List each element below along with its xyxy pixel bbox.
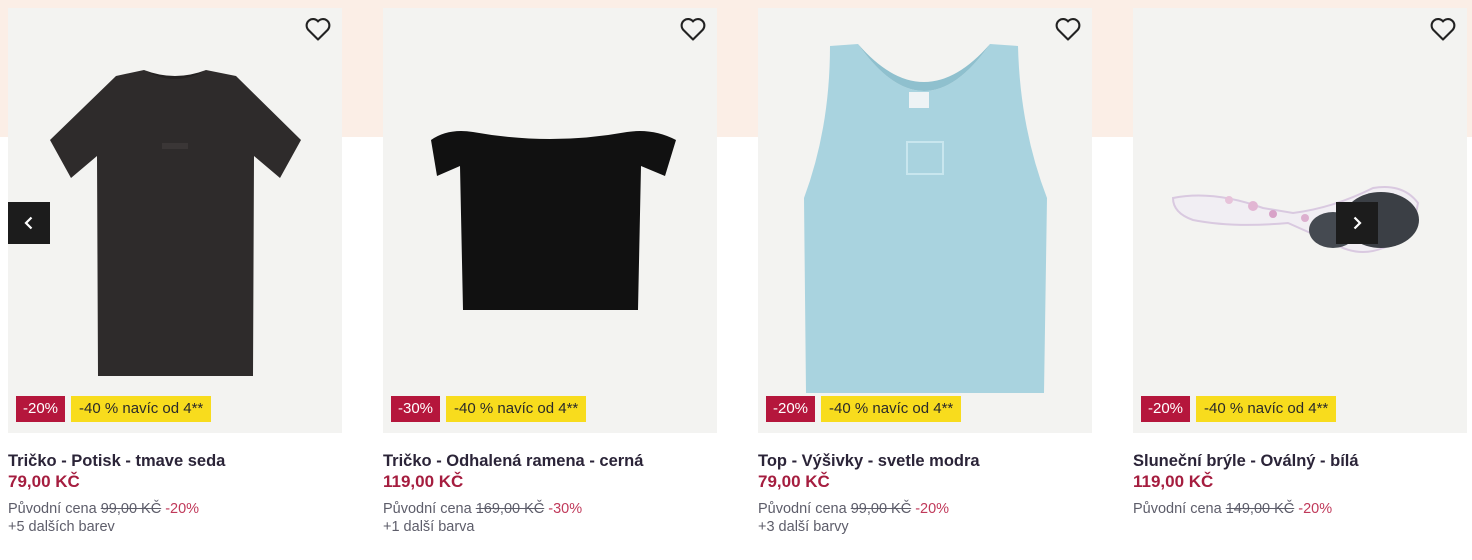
chevron-left-icon xyxy=(24,216,33,230)
discount-badge: -30% xyxy=(391,396,441,422)
original-price-label: Původní cena xyxy=(758,501,847,517)
light-blue-tank-top-icon xyxy=(804,44,1047,393)
original-discount: -30% xyxy=(548,501,583,517)
original-price-row: Původní cena 149,00 KČ -20% xyxy=(1133,501,1332,517)
product-price: 79,00 KČ xyxy=(758,472,830,491)
badge-group: -20% -40 % navíc od 4** xyxy=(1141,396,1337,422)
product-image[interactable]: -20% -40 % navíc od 4** xyxy=(758,8,1092,433)
favorite-heart-icon[interactable] xyxy=(304,16,332,42)
product-title[interactable]: Tričko - Odhalená ramena - cerná xyxy=(383,452,643,471)
product-card-4[interactable]: -20% -40 % navíc od 4** Sluneční brýle -… xyxy=(1133,8,1467,548)
original-price-label: Původní cena xyxy=(1133,501,1222,517)
promo-badge: -40 % navíc od 4** xyxy=(71,396,212,422)
product-title[interactable]: Top - Výšivky - svetle modra xyxy=(758,452,980,471)
original-discount: -20% xyxy=(1298,501,1333,517)
discount-badge: -20% xyxy=(1141,396,1191,422)
discount-badge: -20% xyxy=(766,396,816,422)
product-image[interactable]: -30% -40 % navíc od 4** xyxy=(383,8,717,433)
original-price: 149,00 KČ xyxy=(1225,501,1295,517)
original-price-row: Původní cena 169,00 KČ -30% xyxy=(383,501,582,517)
original-price-label: Původní cena xyxy=(8,501,97,517)
badge-group: -30% -40 % navíc od 4** xyxy=(391,396,587,422)
promo-badge: -40 % navíc od 4** xyxy=(821,396,962,422)
discount-badge: -20% xyxy=(16,396,66,422)
favorite-heart-icon[interactable] xyxy=(679,16,707,42)
original-price: 99,00 KČ xyxy=(100,501,162,517)
sunglasses-icon xyxy=(1171,186,1420,253)
favorite-heart-icon[interactable] xyxy=(1054,16,1082,42)
promo-badge: -40 % navíc od 4** xyxy=(1196,396,1337,422)
carousel-prev-button[interactable] xyxy=(8,202,50,244)
original-price-label: Původní cena xyxy=(383,501,472,517)
product-title[interactable]: Sluneční brýle - Oválný - bílá xyxy=(1133,452,1359,471)
badge-group: -20% -40 % navíc od 4** xyxy=(766,396,962,422)
product-image[interactable]: -20% -40 % navíc od 4** xyxy=(8,8,342,433)
product-card-2[interactable]: -30% -40 % navíc od 4** Tričko - Odhalen… xyxy=(383,8,717,548)
carousel-next-button[interactable] xyxy=(1336,202,1378,244)
more-colors-link[interactable]: +1 další barva xyxy=(383,519,475,535)
product-price: 79,00 KČ xyxy=(8,472,80,491)
product-price: 119,00 KČ xyxy=(1133,472,1214,491)
product-card-1[interactable]: -20% -40 % navíc od 4** Tričko - Potisk … xyxy=(8,8,342,548)
original-price-row: Původní cena 99,00 KČ -20% xyxy=(8,501,199,517)
more-colors-link[interactable]: +5 dalších barev xyxy=(8,519,115,535)
favorite-heart-icon[interactable] xyxy=(1429,16,1457,42)
chevron-right-icon xyxy=(1353,216,1362,230)
dark-grey-tshirt-icon xyxy=(50,70,301,376)
original-discount: -20% xyxy=(165,501,200,517)
product-title[interactable]: Tričko - Potisk - tmave seda xyxy=(8,452,225,471)
original-discount: -20% xyxy=(915,501,950,517)
original-price: 99,00 KČ xyxy=(850,501,912,517)
original-price: 169,00 KČ xyxy=(475,501,545,517)
original-price-row: Původní cena 99,00 KČ -20% xyxy=(758,501,949,517)
product-price: 119,00 KČ xyxy=(383,472,464,491)
product-image[interactable]: -20% -40 % navíc od 4** xyxy=(1133,8,1467,433)
black-off-shoulder-top-icon xyxy=(431,131,676,310)
more-colors-link[interactable]: +3 další barvy xyxy=(758,519,849,535)
badge-group: -20% -40 % navíc od 4** xyxy=(16,396,212,422)
product-card-3[interactable]: -20% -40 % navíc od 4** Top - Výšivky - … xyxy=(758,8,1092,548)
promo-badge: -40 % navíc od 4** xyxy=(446,396,587,422)
